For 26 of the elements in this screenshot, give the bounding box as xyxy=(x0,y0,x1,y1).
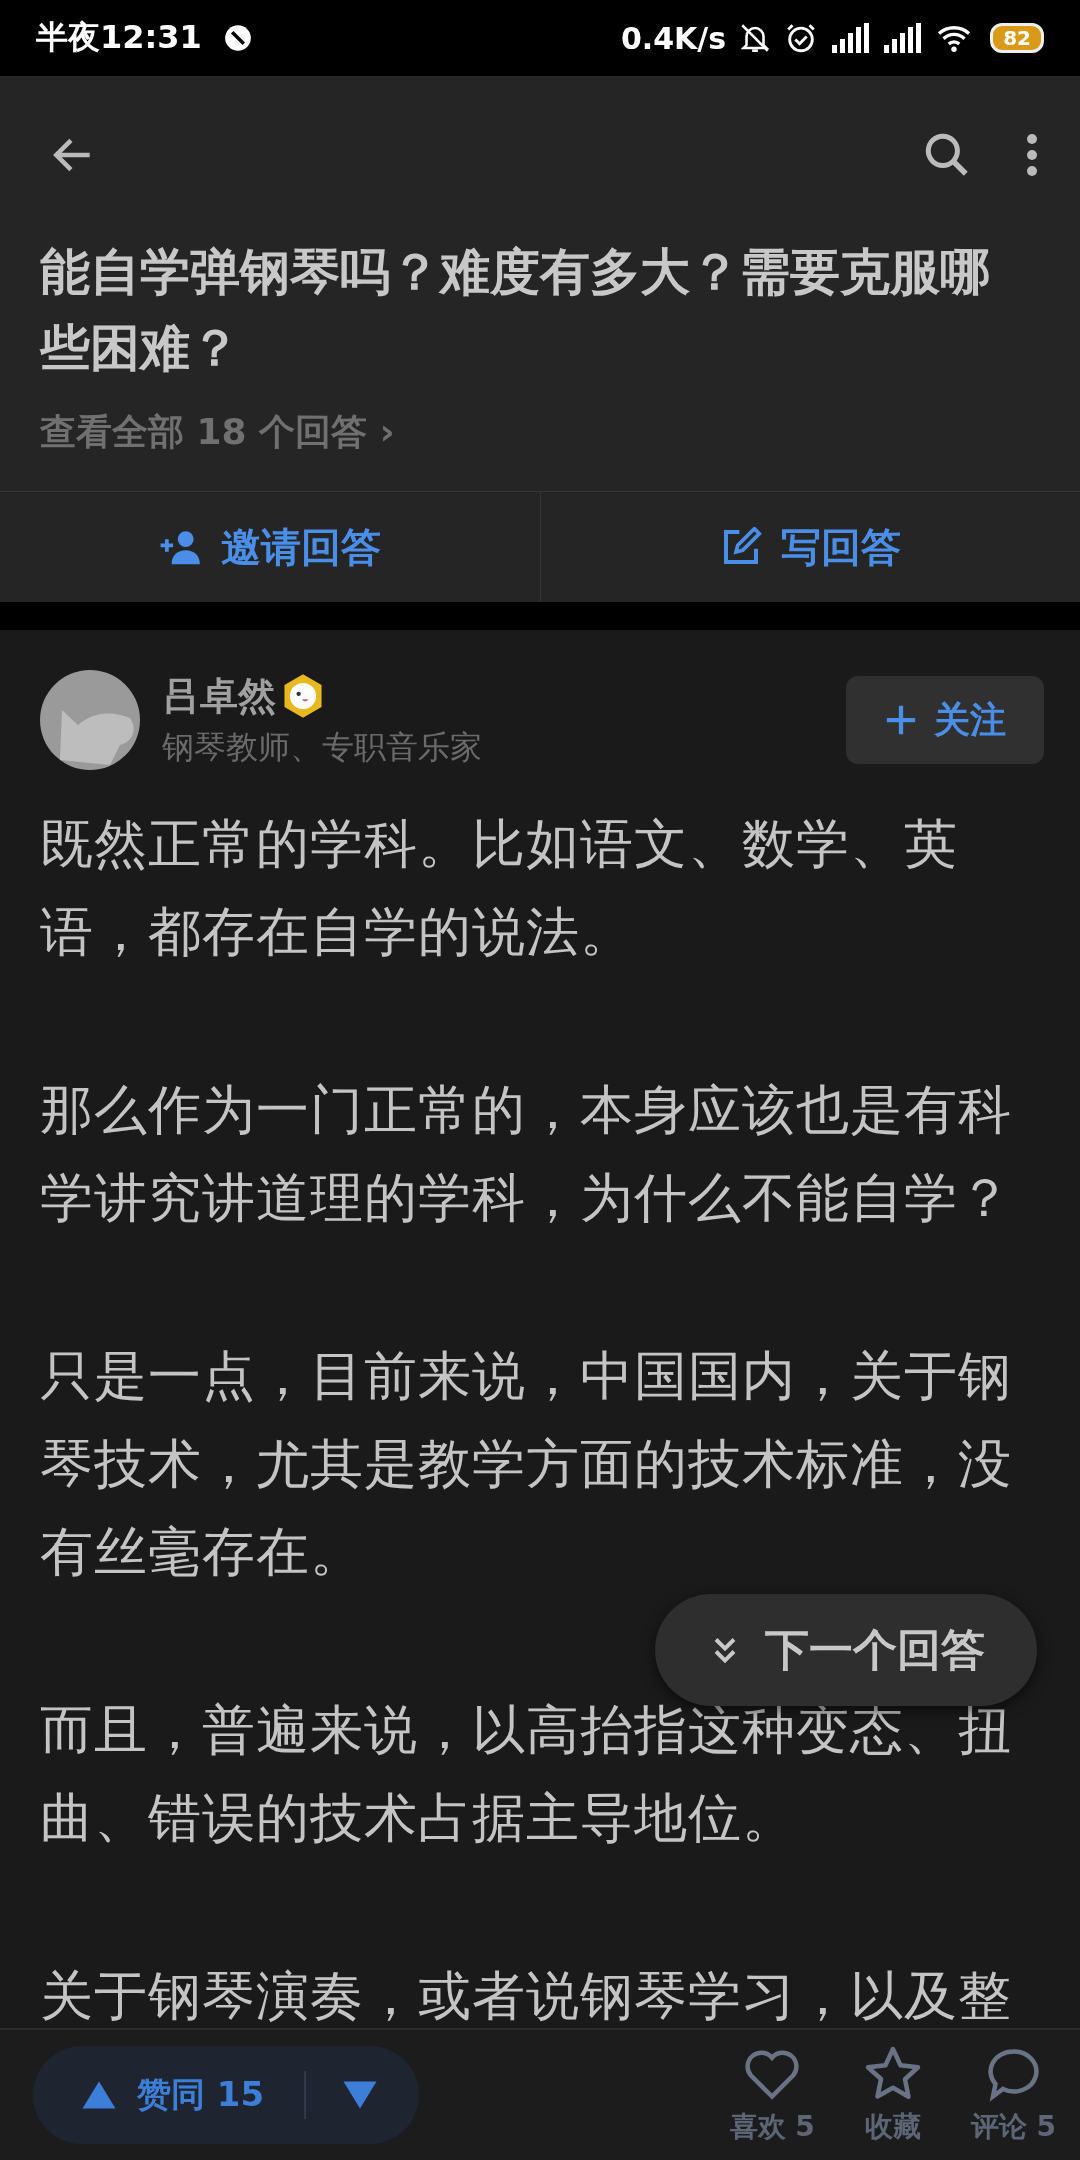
all-answers-link[interactable]: 查看全部 18 个回答 › xyxy=(0,386,1080,491)
dnd-icon xyxy=(223,24,252,52)
like-button[interactable]: 喜欢 5 xyxy=(729,2044,815,2146)
favorite-button[interactable]: 收藏 xyxy=(862,2044,923,2146)
triangle-up-icon xyxy=(81,2080,117,2110)
battery-indicator: 82 xyxy=(990,23,1044,53)
upvote-button[interactable]: 赞同 15 xyxy=(33,2046,265,2144)
signal-icon xyxy=(830,23,871,53)
author-name[interactable]: 吕卓然 xyxy=(162,670,276,722)
signal-icon xyxy=(882,23,923,53)
author-bio: 钢琴教师、专职音乐家 xyxy=(162,726,482,768)
question-title: 能自学弹钢琴吗？难度有多大？需要克服哪些困难？ xyxy=(38,242,991,379)
answer-paragraph: 只是一点，目前来说，中国国内，关于钢琴技术，尤其是教学方面的技术标准，没有丝毫存在。 xyxy=(40,1344,1013,1584)
plus-icon xyxy=(884,703,918,737)
invite-answer-button[interactable]: 邀请回答 xyxy=(0,492,540,602)
network-speed: 0.4K/s xyxy=(620,20,727,56)
answer-paragraph: 既然正常的学科。比如语文、数学、英语，都存在自学的说法。 xyxy=(40,812,959,964)
more-icon[interactable] xyxy=(1024,131,1040,179)
follow-button[interactable]: 关注 xyxy=(846,676,1044,764)
answer-paragraph: 关于钢琴演奏，或者说钢琴学习，以及整 xyxy=(40,1964,1013,2028)
triangle-down-icon xyxy=(342,2080,379,2110)
write-answer-button[interactable]: 写回答 xyxy=(539,492,1080,602)
comment-button[interactable]: 评论 5 xyxy=(970,2044,1056,2146)
status-time: 半夜12:31 xyxy=(36,17,202,58)
next-answer-button[interactable]: 下一个回答 xyxy=(655,1594,1037,1706)
answer-paragraph: 那么作为一门正常的，本身应该也是有科学讲究讲道理的学科，为什么不能自学？ xyxy=(40,1078,1013,1230)
